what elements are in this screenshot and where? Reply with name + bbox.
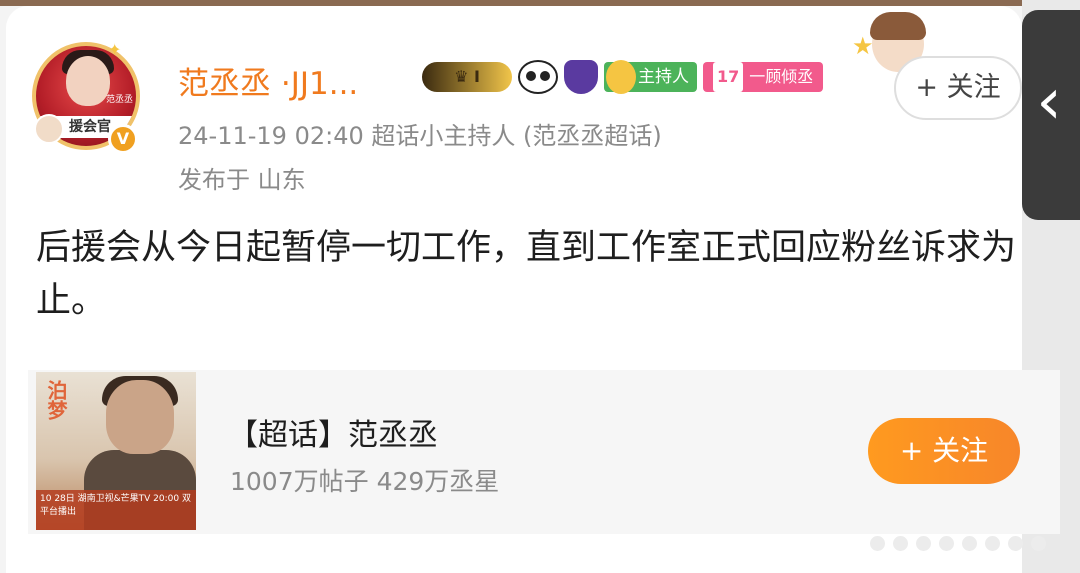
cover-title-art: 泊梦 bbox=[44, 380, 68, 420]
avatar-face bbox=[66, 56, 110, 106]
mini-avatar-icon bbox=[34, 114, 64, 144]
topic-cover-image[interactable]: 泊梦 10 28日 湖南卫视&芒果TV 20:00 双平台播出 bbox=[36, 372, 196, 530]
badge-row: ♛ I 主持人 17 一顾倾丞 bbox=[422, 60, 824, 94]
post-location: 发布于 山东 bbox=[178, 166, 306, 194]
host-badge-icon bbox=[606, 60, 636, 94]
sparkle-icon: ✦ bbox=[108, 40, 122, 59]
fan-level-badge[interactable]: 17 一顾倾丞 bbox=[703, 62, 824, 92]
post-time-source: 24-11-19 02:40 超话小主持人 (范丞丞超话) bbox=[178, 122, 662, 150]
verified-badge-icon: V bbox=[108, 124, 138, 154]
mascot-hair bbox=[870, 12, 926, 40]
topic-name[interactable]: 【超话】范丞丞 bbox=[228, 410, 438, 454]
chevron-left-icon[interactable]: ‹ bbox=[1030, 62, 1068, 142]
avatar-tag: 范丞丞 bbox=[106, 95, 134, 105]
cover-person-face bbox=[106, 380, 174, 454]
watermark-dot bbox=[985, 536, 1000, 551]
host-badge-label: 主持人 bbox=[638, 67, 689, 87]
crown-badge-icon[interactable]: ♛ I bbox=[422, 62, 512, 92]
watermark-dots bbox=[870, 536, 1070, 556]
username[interactable]: 范丞丞 ·ЈЈ1... bbox=[178, 58, 358, 103]
watermark-dot bbox=[893, 536, 908, 551]
post-text: 后援会从今日起暂停一切工作，直到工作室正式回应粉丝诉求为止。 bbox=[36, 228, 1017, 321]
watermark-dot bbox=[939, 536, 954, 551]
crown-badge-level: I bbox=[473, 67, 480, 86]
follow-user-button[interactable]: + 关注 bbox=[894, 56, 1022, 120]
watermark-dot bbox=[916, 536, 931, 551]
topic-stats: 1007万帖子 429万丞星 bbox=[230, 467, 500, 496]
host-badge[interactable]: 主持人 bbox=[604, 60, 697, 94]
panda-badge-icon[interactable] bbox=[518, 60, 558, 94]
shield-badge-icon[interactable] bbox=[564, 60, 598, 94]
follow-topic-button[interactable]: + 关注 bbox=[868, 418, 1020, 484]
watermark-dot bbox=[1031, 536, 1046, 551]
fan-level-number: 17 bbox=[713, 62, 744, 92]
cover-caption: 10 28日 湖南卫视&芒果TV 20:00 双平台播出 bbox=[36, 490, 196, 530]
watermark-dot bbox=[962, 536, 977, 551]
fan-level-text: 一顾倾丞 bbox=[749, 67, 814, 86]
watermark-dot bbox=[1008, 536, 1023, 551]
watermark-dot bbox=[870, 536, 885, 551]
